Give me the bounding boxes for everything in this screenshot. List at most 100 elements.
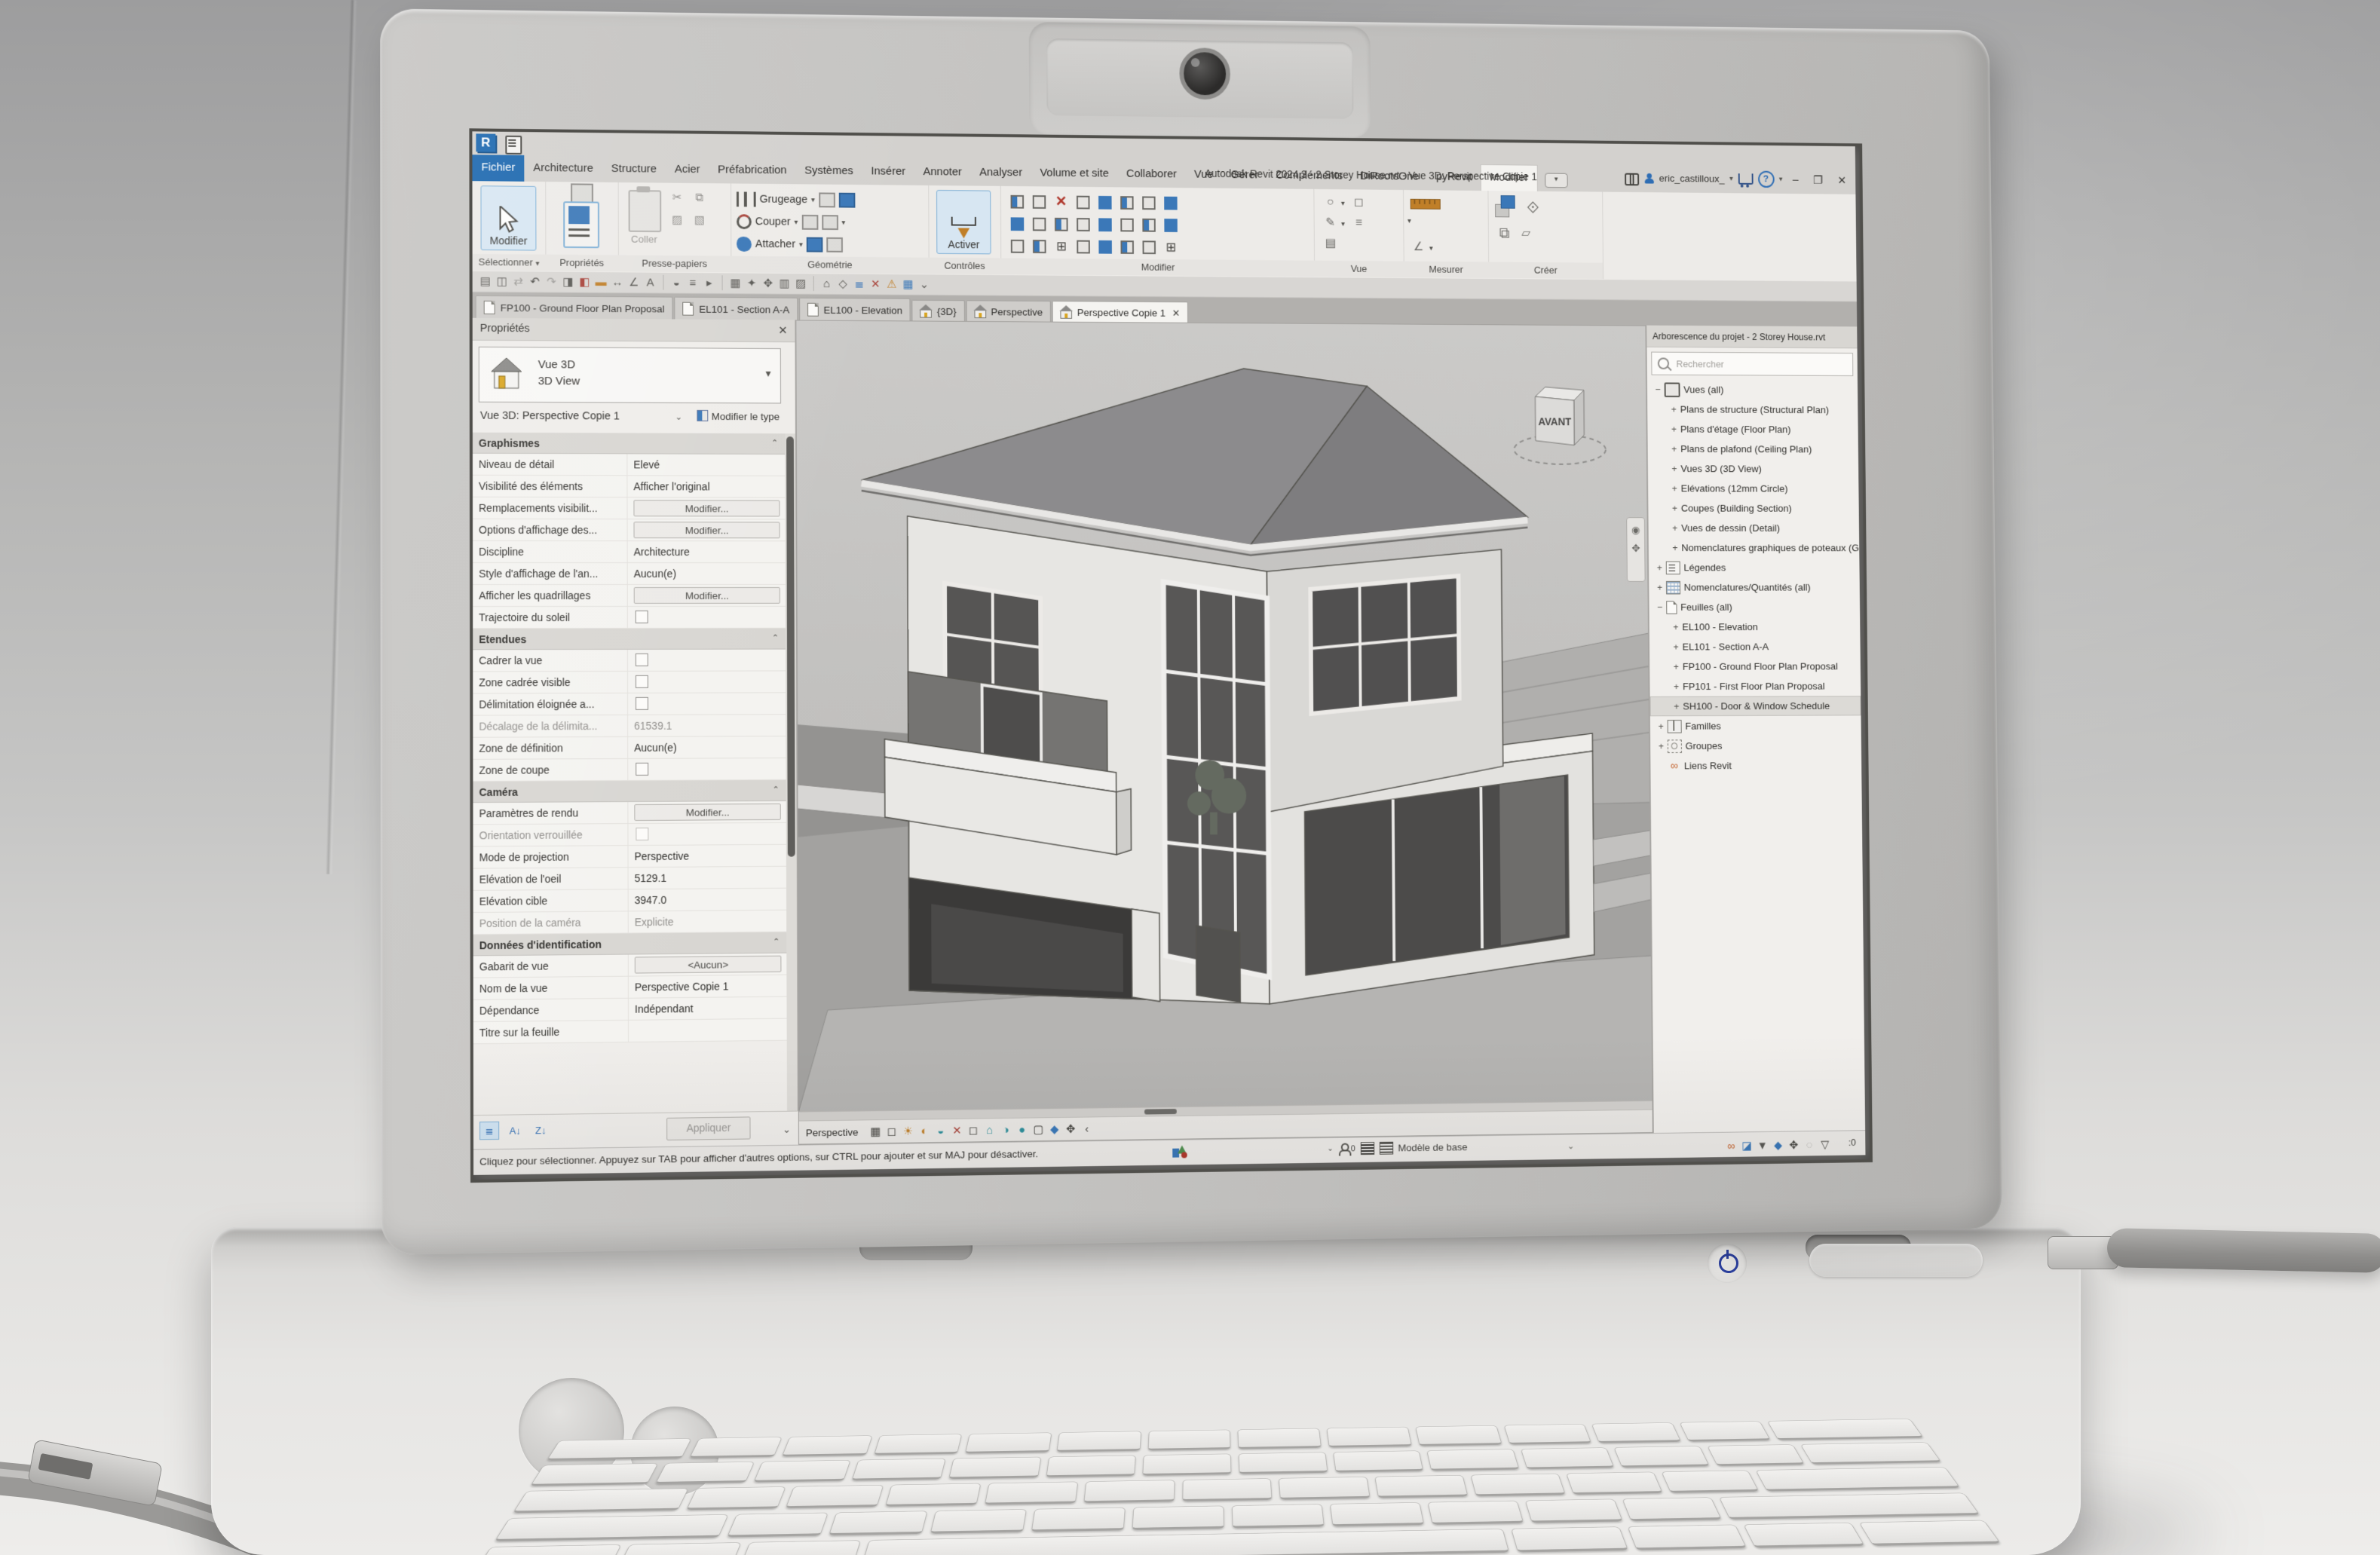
chevron-down-icon[interactable]: ▾ [1729, 175, 1733, 183]
viewcube[interactable]: AVANT [1503, 363, 1619, 480]
property-value[interactable]: Aucun(e) [628, 563, 786, 584]
panel-label-clipboard[interactable]: Presse-papiers [618, 255, 731, 272]
keyboard-key[interactable] [475, 1544, 621, 1555]
ruler-icon[interactable] [1411, 199, 1441, 210]
expand-icon[interactable]: + [1668, 404, 1680, 415]
property-checkbox[interactable] [636, 828, 648, 840]
copy-icon[interactable]: ⧉ [690, 189, 709, 209]
tree-item[interactable]: +SH100 - Door & Window Schedule [1650, 696, 1861, 716]
print-icon[interactable] [559, 272, 576, 292]
modify-tool-icon[interactable]: ✕ [1055, 195, 1068, 209]
communication-center-icon[interactable] [1172, 1145, 1187, 1160]
properties-section-header[interactable]: Données d'identification⌃ [473, 932, 788, 957]
menu-tab-collaborer[interactable]: Collaborer [1117, 161, 1185, 188]
keyboard-key[interactable] [1622, 1497, 1722, 1521]
edit-type-button[interactable]: Modifier le type [697, 410, 780, 422]
drawing-area[interactable]: AVANT ◉ ✥ Perspective [795, 320, 1653, 1144]
tree-item[interactable]: +Nomenclatures graphiques de poteaux (Gr… [1649, 537, 1860, 557]
tree-item[interactable]: +Plans d'étage (Floor Plan) [1647, 419, 1858, 439]
tree-item[interactable]: +Nomenclatures/Quantités (all) [1649, 577, 1860, 597]
expand-icon[interactable]: + [1655, 721, 1668, 732]
expand-icon[interactable]: + [1668, 483, 1681, 494]
hide-box-icon[interactable]: ◻ [1351, 194, 1367, 210]
search-icon[interactable] [1625, 173, 1639, 183]
keyboard-key[interactable] [985, 1482, 1078, 1505]
property-value[interactable]: 61539.1 [628, 715, 786, 736]
property-checkbox[interactable] [636, 611, 648, 623]
select-pinned-icon[interactable] [1754, 1136, 1770, 1156]
demolish-icon[interactable] [801, 215, 818, 230]
property-value[interactable]: Aucun(e) [628, 736, 786, 758]
design-options-icon[interactable] [1379, 1142, 1392, 1155]
property-value[interactable] [629, 1019, 788, 1042]
viewcube-front-label[interactable]: AVANT [1538, 415, 1571, 427]
expand-icon[interactable]: + [1655, 740, 1668, 751]
chevron-down-icon[interactable]: ⌄ [783, 1124, 791, 1136]
tree-item[interactable]: +Légendes [1649, 558, 1860, 577]
modify-tool-icon[interactable] [1098, 240, 1112, 254]
transfer-icon[interactable] [792, 274, 809, 293]
keyboard-key[interactable] [1031, 1508, 1125, 1532]
lock-3d-view-icon[interactable] [982, 1122, 998, 1139]
grid-icon[interactable] [776, 274, 793, 293]
user-name[interactable]: eric_castilloux_ [1659, 173, 1725, 184]
revit-logo[interactable]: R [476, 133, 495, 152]
modify-tool-button[interactable]: Modifier [480, 185, 536, 250]
property-edit-button[interactable]: Modifier... [634, 587, 780, 604]
move-icon[interactable] [760, 274, 776, 293]
keyboard-key[interactable] [1427, 1501, 1524, 1525]
join-tool[interactable]: Attacher▾ [737, 233, 843, 256]
filter-icon[interactable] [1817, 1135, 1833, 1155]
expand-icon[interactable]: + [1668, 522, 1681, 534]
close-hidden-icon[interactable] [867, 274, 884, 294]
keyboard-key[interactable] [1143, 1454, 1232, 1476]
expand-icon[interactable]: − [1652, 384, 1665, 395]
keyboard-key[interactable] [1591, 1422, 1681, 1443]
keyboard-key[interactable] [1679, 1421, 1770, 1441]
sort-za-icon[interactable]: Z↓ [531, 1122, 550, 1140]
lightbulb-icon[interactable]: ○ [1322, 196, 1338, 211]
modify-tool-icon[interactable] [1011, 217, 1025, 231]
sun-path-icon[interactable] [900, 1123, 917, 1140]
keyboard-key[interactable] [1232, 1504, 1325, 1528]
keyboard-key[interactable] [1756, 1467, 1961, 1492]
keyboard-key[interactable] [965, 1432, 1052, 1453]
cut-profile-icon[interactable]: ▤ [1322, 236, 1338, 251]
keyboard-key[interactable] [874, 1434, 963, 1455]
collapse-icon[interactable]: ⌃ [773, 937, 780, 947]
property-edit-button[interactable]: Modifier... [633, 522, 780, 538]
create-parts-icon[interactable]: ▱ [1518, 225, 1534, 240]
activate-controls-button[interactable]: Activer [936, 190, 991, 254]
property-value[interactable]: Afficher l'original [627, 476, 786, 497]
modify-tool-icon[interactable]: ⊞ [1055, 240, 1068, 253]
apply-button[interactable]: Appliquer [666, 1116, 750, 1140]
view-tab[interactable]: Perspective [966, 300, 1051, 323]
scrollbar-thumb[interactable] [1144, 1109, 1177, 1115]
keyboard-key[interactable] [1327, 1427, 1412, 1448]
family-types-icon[interactable] [571, 183, 593, 203]
tree-item[interactable]: +Plans de structure (Structural Plan) [1647, 399, 1858, 420]
switch-window-icon[interactable] [727, 273, 743, 292]
keyboard-key[interactable] [655, 1462, 755, 1484]
close-button[interactable]: ✕ [1833, 173, 1852, 187]
project-browser-header[interactable]: Arborescence du projet - 2 Storey House.… [1646, 326, 1857, 349]
spinner-icon[interactable] [1802, 1135, 1818, 1155]
keyboard-key[interactable] [1859, 1520, 2001, 1546]
modify-tool-icon[interactable] [1011, 195, 1025, 209]
select-links-icon[interactable] [1723, 1137, 1739, 1156]
temporary-properties-icon[interactable] [1030, 1121, 1046, 1137]
modify-tool-icon[interactable] [1033, 195, 1046, 209]
keyboard-key[interactable] [1147, 1430, 1231, 1451]
tree-item[interactable]: +EL100 - Elevation [1649, 617, 1861, 637]
expand-icon[interactable]: + [1668, 503, 1681, 514]
view-tab[interactable]: EL100 - Elevation [799, 298, 911, 322]
app-store-icon[interactable] [1738, 173, 1753, 185]
close-icon[interactable]: ✕ [1172, 308, 1181, 320]
help-icon[interactable]: ? [1758, 171, 1775, 188]
keyboard-key[interactable] [530, 1463, 659, 1486]
keyboard-key[interactable] [1661, 1470, 1760, 1492]
apply-coping-icon[interactable] [838, 193, 855, 208]
keyboard-key[interactable] [1333, 1450, 1424, 1472]
section-icon[interactable] [668, 273, 685, 292]
minimize-button[interactable]: – [1787, 173, 1803, 186]
